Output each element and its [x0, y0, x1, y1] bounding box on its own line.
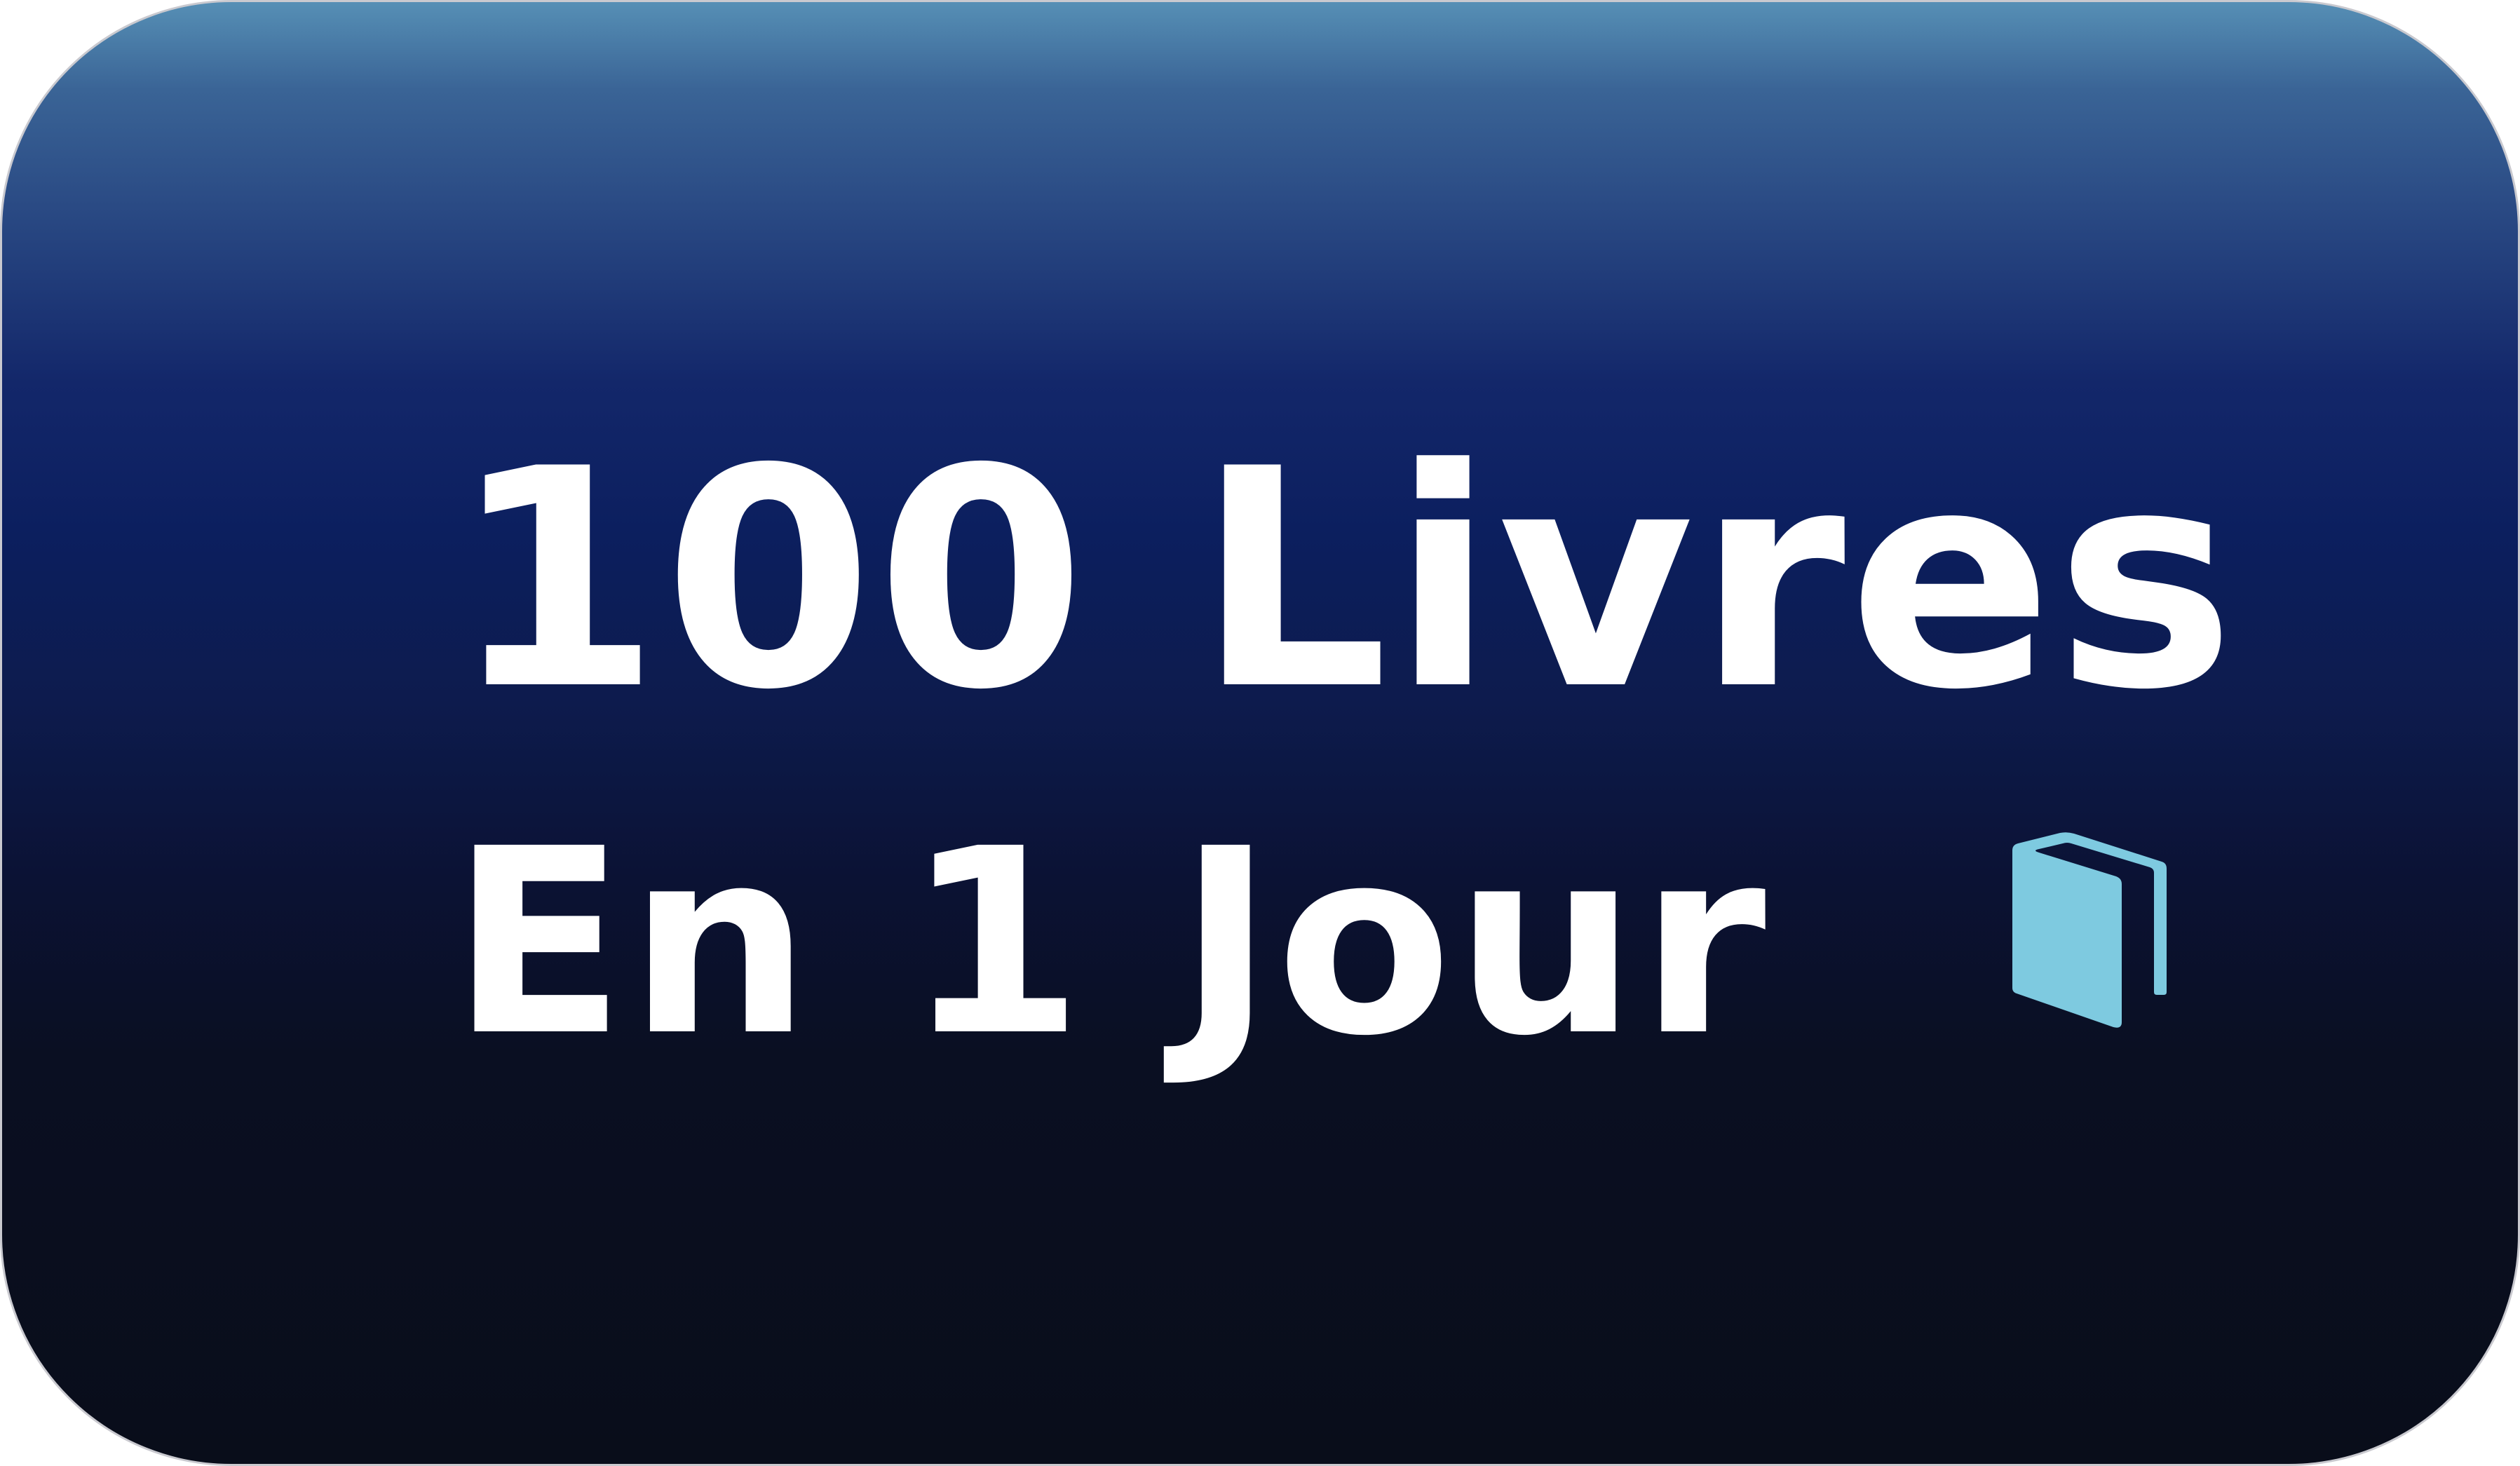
headline-line-2: En 1 Jour [451, 794, 1769, 1092]
banner-card: 100 Livres En 1 Jour [0, 0, 2520, 1466]
book-icon [2012, 832, 2167, 1028]
book-shape [2012, 832, 2167, 1028]
headline-line-1: 100 Livres [451, 405, 2238, 756]
